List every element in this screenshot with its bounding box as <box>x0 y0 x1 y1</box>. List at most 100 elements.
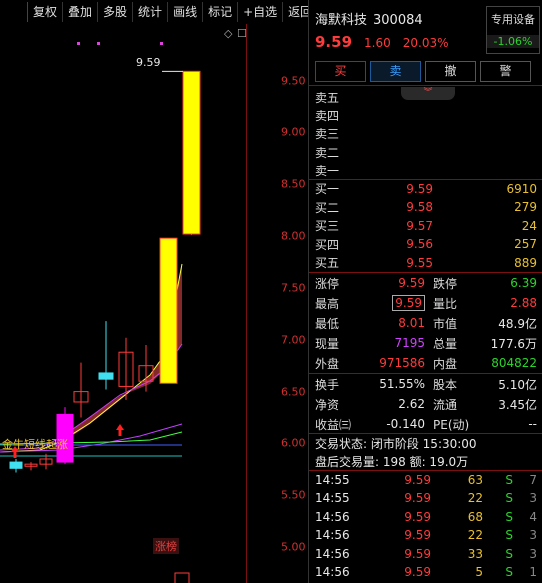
tick-price: 9.59 <box>404 565 431 579</box>
sell-order-row[interactable]: 卖五 <box>315 88 539 107</box>
sell-order-row[interactable]: 卖一 <box>315 161 539 180</box>
order-label: 卖一 <box>315 163 340 178</box>
candle-body <box>159 237 178 384</box>
order-price: 9.57 <box>406 218 433 233</box>
price-tick-label: 5.00 <box>281 540 306 554</box>
stat-value: 51.55% <box>379 377 425 391</box>
price-tick-label: 5.50 <box>281 488 306 502</box>
order-volume: 257 <box>514 237 537 252</box>
stat-label: 收益㈢ <box>315 417 352 432</box>
signal-dot <box>77 42 80 45</box>
tick-volume: 5 <box>475 565 483 579</box>
quote-line: 9.59 1.60 20.03% <box>315 33 449 51</box>
stat-value: 2.62 <box>398 397 425 411</box>
order-volume: 24 <box>521 218 537 233</box>
quote-panel: 海默科技 300084 专用设备 -1.06% 9.59 1.60 20.03% … <box>308 0 542 583</box>
order-price: 9.56 <box>406 237 433 252</box>
stock-code: 300084 <box>373 13 423 28</box>
sell-button[interactable]: 卖 <box>370 61 421 82</box>
toolbar-button[interactable]: 标记 <box>202 2 237 22</box>
sector-box[interactable]: 专用设备 -1.06% <box>486 6 540 54</box>
stat-value: -0.140 <box>386 417 425 431</box>
order-volume: 889 <box>514 255 537 270</box>
stat-value: 9.59 <box>353 295 425 311</box>
buy-order-row[interactable]: 买三 9.57 24 <box>315 216 539 235</box>
tick-time: 14:55 <box>315 473 350 487</box>
trade-status: 交易状态: 闭市阶段 15:30:00 <box>315 437 477 451</box>
order-label: 卖二 <box>315 145 340 160</box>
buy-order-row[interactable]: 买四 9.56 257 <box>315 235 539 254</box>
price-axis: 9.50 9.00 8.50 8.00 7.50 7.00 6.50 6.00 5.50 5.00 <box>246 24 306 583</box>
tick-price: 9.59 <box>404 528 431 543</box>
tick-count: 3 <box>529 528 537 543</box>
price-tick-label: 6.00 <box>281 436 306 450</box>
buy-order-row[interactable]: 买二 9.58 279 <box>315 198 539 217</box>
cancel-button[interactable]: 撤 <box>425 61 476 82</box>
order-label: 买四 <box>315 237 340 252</box>
order-volume: 279 <box>514 200 537 215</box>
tick-price: 9.59 <box>404 509 431 524</box>
zhangbang-tag[interactable]: 涨榜 <box>153 538 179 554</box>
price-tick-label: 9.50 <box>281 74 306 88</box>
tick-row: 14:55 9.59 63 S 7 <box>315 471 539 489</box>
stat-value: 2.88 <box>510 296 537 310</box>
diamond-icon[interactable]: ◇ <box>224 27 232 40</box>
buy-order-row[interactable]: 买五 9.55 889 <box>315 253 539 272</box>
tick-side: S <box>505 473 513 487</box>
tick-side: S <box>505 565 513 579</box>
tick-row: 14:56 9.59 22 S 3 <box>315 526 539 544</box>
toolbar-button[interactable]: 统计 <box>132 2 167 22</box>
stat-label: 总量 <box>433 336 458 351</box>
indicator-overlay-text: 金牛短线起涨 <box>2 438 68 451</box>
after-hours-volume: 盘后交易量: 198 额: 19.0万 <box>315 455 469 469</box>
buy-order-row[interactable]: 买一 9.59 6910 <box>315 179 539 198</box>
stat-value: 8.01 <box>398 316 425 330</box>
signal-dot <box>160 42 163 45</box>
stat-value: 6.39 <box>510 276 537 290</box>
tick-volume: 63 <box>467 473 483 487</box>
order-label: 买三 <box>315 219 340 234</box>
stat-value: 7195 <box>394 336 425 350</box>
stat-value: 804822 <box>491 356 537 370</box>
stat-label: 最低 <box>315 316 340 331</box>
tick-volume: 68 <box>467 509 483 524</box>
tick-row: 14:56 9.59 5 S 1 <box>315 563 539 581</box>
toolbar-button[interactable]: 叠加 <box>62 2 97 22</box>
toolbar-button[interactable]: +自选 <box>237 2 282 22</box>
order-price: 9.58 <box>406 200 433 215</box>
tick-side: S <box>505 528 513 543</box>
tick-side: S <box>505 509 513 524</box>
stat-row: 净资 2.62 流通 3.45亿 <box>315 394 539 414</box>
tick-count: 4 <box>529 509 537 524</box>
tick-price: 9.59 <box>404 546 431 561</box>
order-label: 买五 <box>315 256 340 271</box>
price-change: 1.60 <box>364 36 391 50</box>
sell-order-row[interactable]: 卖二 <box>315 143 539 162</box>
stat-value: 9.59 <box>398 276 425 290</box>
signal-dot <box>97 42 100 45</box>
high-price-label: 9.59 <box>136 56 161 69</box>
stock-title: 海默科技 300084 <box>315 9 423 28</box>
candle-body <box>9 461 23 469</box>
trade-buttons: 买 卖 撤 警 <box>315 61 531 82</box>
tick-time: 14:56 <box>315 565 350 579</box>
stat-label: 净资 <box>315 397 340 412</box>
alert-button[interactable]: 警 <box>480 61 531 82</box>
tick-time: 14:55 <box>315 491 350 506</box>
tick-row: 14:56 9.59 68 S 4 <box>315 508 539 526</box>
candle-body <box>98 372 114 380</box>
toolbar-button[interactable]: 复权 <box>27 2 62 22</box>
tick-count: 7 <box>529 473 537 487</box>
order-label: 买二 <box>315 200 340 215</box>
buy-button[interactable]: 买 <box>315 61 366 82</box>
order-label: 卖三 <box>315 127 340 142</box>
sell-order-row[interactable]: 卖四 <box>315 106 539 125</box>
sell-order-row[interactable]: 卖三 <box>315 124 539 143</box>
divider <box>309 85 542 86</box>
stat-label: 现量 <box>315 336 340 351</box>
toolbar-button[interactable]: 画线 <box>167 2 202 22</box>
tick-volume: 22 <box>467 528 483 543</box>
order-label: 卖五 <box>315 91 340 105</box>
kline-chart[interactable]: ◇ ☐ 9.59 9.50 9.00 8.50 8.00 7.50 7.00 6.50 6.0… <box>0 24 306 583</box>
toolbar-button[interactable]: 多股 <box>97 2 132 22</box>
